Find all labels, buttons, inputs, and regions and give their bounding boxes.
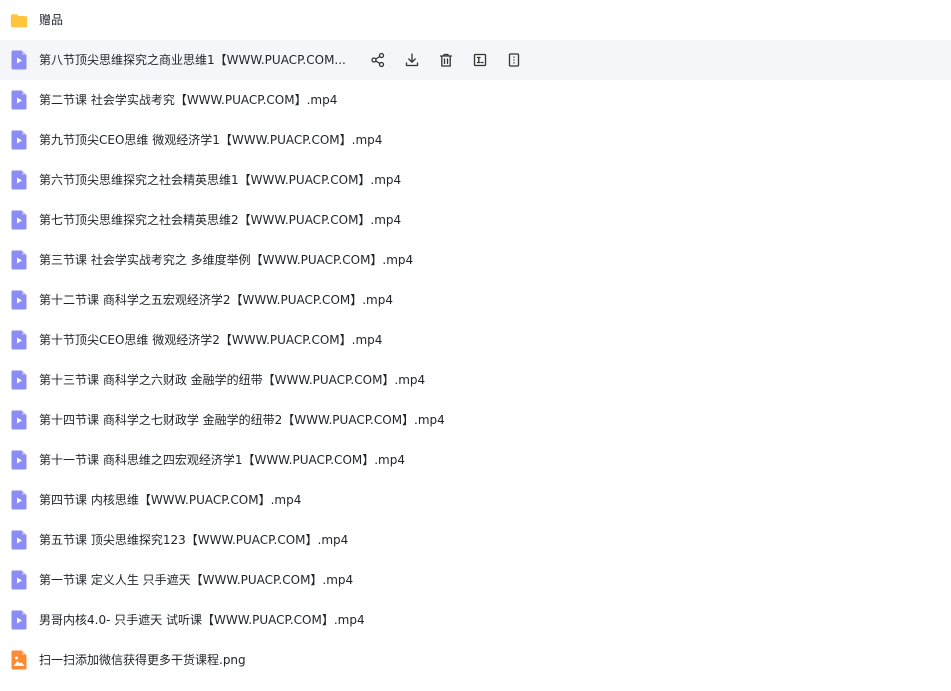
file-name[interactable]: 第三节课 社会学实战考究之 多维度举例【WWW.PUACP.COM】.mp4	[39, 252, 413, 268]
file-row[interactable]: 第六节顶尖思维探究之社会精英思维1【WWW.PUACP.COM】.mp4	[0, 160, 951, 200]
file-name[interactable]: 第九节顶尖CEO思维 微观经济学1【WWW.PUACP.COM】.mp4	[39, 132, 382, 148]
file-row[interactable]: 第十一节课 商科思维之四宏观经济学1【WWW.PUACP.COM】.mp4	[0, 440, 951, 480]
file-name[interactable]: 第十一节课 商科思维之四宏观经济学1【WWW.PUACP.COM】.mp4	[39, 452, 405, 468]
video-file-icon	[10, 290, 28, 310]
file-row[interactable]: 男哥内核4.0- 只手遮天 试听课【WWW.PUACP.COM】.mp4	[0, 600, 951, 640]
file-row[interactable]: 第二节课 社会学实战考究【WWW.PUACP.COM】.mp4	[0, 80, 951, 120]
video-file-icon	[10, 330, 28, 350]
file-name[interactable]: 第五节课 顶尖思维探究123【WWW.PUACP.COM】.mp4	[39, 532, 348, 548]
file-name[interactable]: 第六节顶尖思维探究之社会精英思维1【WWW.PUACP.COM】.mp4	[39, 172, 401, 188]
more-button[interactable]	[501, 47, 527, 73]
delete-icon	[438, 52, 454, 68]
row-actions	[365, 40, 535, 80]
video-file-icon	[10, 370, 28, 390]
file-row[interactable]: 第七节顶尖思维探究之社会精英思维2【WWW.PUACP.COM】.mp4	[0, 200, 951, 240]
video-file-icon	[10, 490, 28, 510]
video-file-icon	[10, 210, 28, 230]
file-list: 赠品第八节顶尖思维探究之商业思维1【WWW.PUACP.COM... 第二节课 社…	[0, 0, 951, 691]
file-name[interactable]: 第七节顶尖思维探究之社会精英思维2【WWW.PUACP.COM】.mp4	[39, 212, 401, 228]
video-file-icon	[10, 450, 28, 470]
file-row[interactable]: 第三节课 社会学实战考究之 多维度举例【WWW.PUACP.COM】.mp4	[0, 240, 951, 280]
file-name[interactable]: 第十三节课 商科学之六财政 金融学的纽带【WWW.PUACP.COM】.mp4	[39, 372, 425, 388]
rename-button[interactable]	[467, 47, 493, 73]
video-file-icon	[10, 130, 28, 150]
file-name[interactable]: 赠品	[39, 12, 63, 28]
file-row[interactable]: 第一节课 定义人生 只手遮天【WWW.PUACP.COM】.mp4	[0, 560, 951, 600]
image-file-icon	[10, 650, 28, 670]
folder-row[interactable]: 赠品	[0, 0, 951, 40]
file-name[interactable]: 男哥内核4.0- 只手遮天 试听课【WWW.PUACP.COM】.mp4	[39, 612, 365, 628]
file-row[interactable]: 第十三节课 商科学之六财政 金融学的纽带【WWW.PUACP.COM】.mp4	[0, 360, 951, 400]
file-row[interactable]: 扫一扫添加微信获得更多干货课程.png	[0, 640, 951, 680]
video-file-icon	[10, 610, 28, 630]
file-row[interactable]: 第八节顶尖思维探究之商业思维1【WWW.PUACP.COM...	[0, 40, 951, 80]
video-file-icon	[10, 170, 28, 190]
file-name[interactable]: 第十二节课 商科学之五宏观经济学2【WWW.PUACP.COM】.mp4	[39, 292, 393, 308]
file-row[interactable]: 第十二节课 商科学之五宏观经济学2【WWW.PUACP.COM】.mp4	[0, 280, 951, 320]
file-name[interactable]: 第八节顶尖思维探究之商业思维1【WWW.PUACP.COM...	[39, 52, 346, 68]
file-name[interactable]: 第二节课 社会学实战考究【WWW.PUACP.COM】.mp4	[39, 92, 337, 108]
delete-button[interactable]	[433, 47, 459, 73]
video-file-icon	[10, 410, 28, 430]
video-file-icon	[10, 530, 28, 550]
file-name[interactable]: 扫一扫添加微信获得更多干货课程.png	[39, 652, 246, 668]
file-row[interactable]: 第四节课 内核思维【WWW.PUACP.COM】.mp4	[0, 480, 951, 520]
folder-icon	[10, 10, 28, 30]
share-button[interactable]	[365, 47, 391, 73]
file-row[interactable]: 第十节顶尖CEO思维 微观经济学2【WWW.PUACP.COM】.mp4	[0, 320, 951, 360]
download-icon	[404, 52, 420, 68]
file-row[interactable]: 第十四节课 商科学之七财政学 金融学的纽带2【WWW.PUACP.COM】.mp…	[0, 400, 951, 440]
video-file-icon	[10, 90, 28, 110]
file-name[interactable]: 第一节课 定义人生 只手遮天【WWW.PUACP.COM】.mp4	[39, 572, 353, 588]
file-name[interactable]: 第十节顶尖CEO思维 微观经济学2【WWW.PUACP.COM】.mp4	[39, 332, 382, 348]
more-icon	[506, 52, 522, 68]
file-name[interactable]: 第四节课 内核思维【WWW.PUACP.COM】.mp4	[39, 492, 301, 508]
file-row[interactable]: 第九节顶尖CEO思维 微观经济学1【WWW.PUACP.COM】.mp4	[0, 120, 951, 160]
video-file-icon	[10, 50, 28, 70]
download-button[interactable]	[399, 47, 425, 73]
file-row[interactable]: 第五节课 顶尖思维探究123【WWW.PUACP.COM】.mp4	[0, 520, 951, 560]
rename-icon	[472, 52, 488, 68]
share-icon	[370, 52, 386, 68]
video-file-icon	[10, 250, 28, 270]
file-name[interactable]: 第十四节课 商科学之七财政学 金融学的纽带2【WWW.PUACP.COM】.mp…	[39, 412, 445, 428]
video-file-icon	[10, 570, 28, 590]
